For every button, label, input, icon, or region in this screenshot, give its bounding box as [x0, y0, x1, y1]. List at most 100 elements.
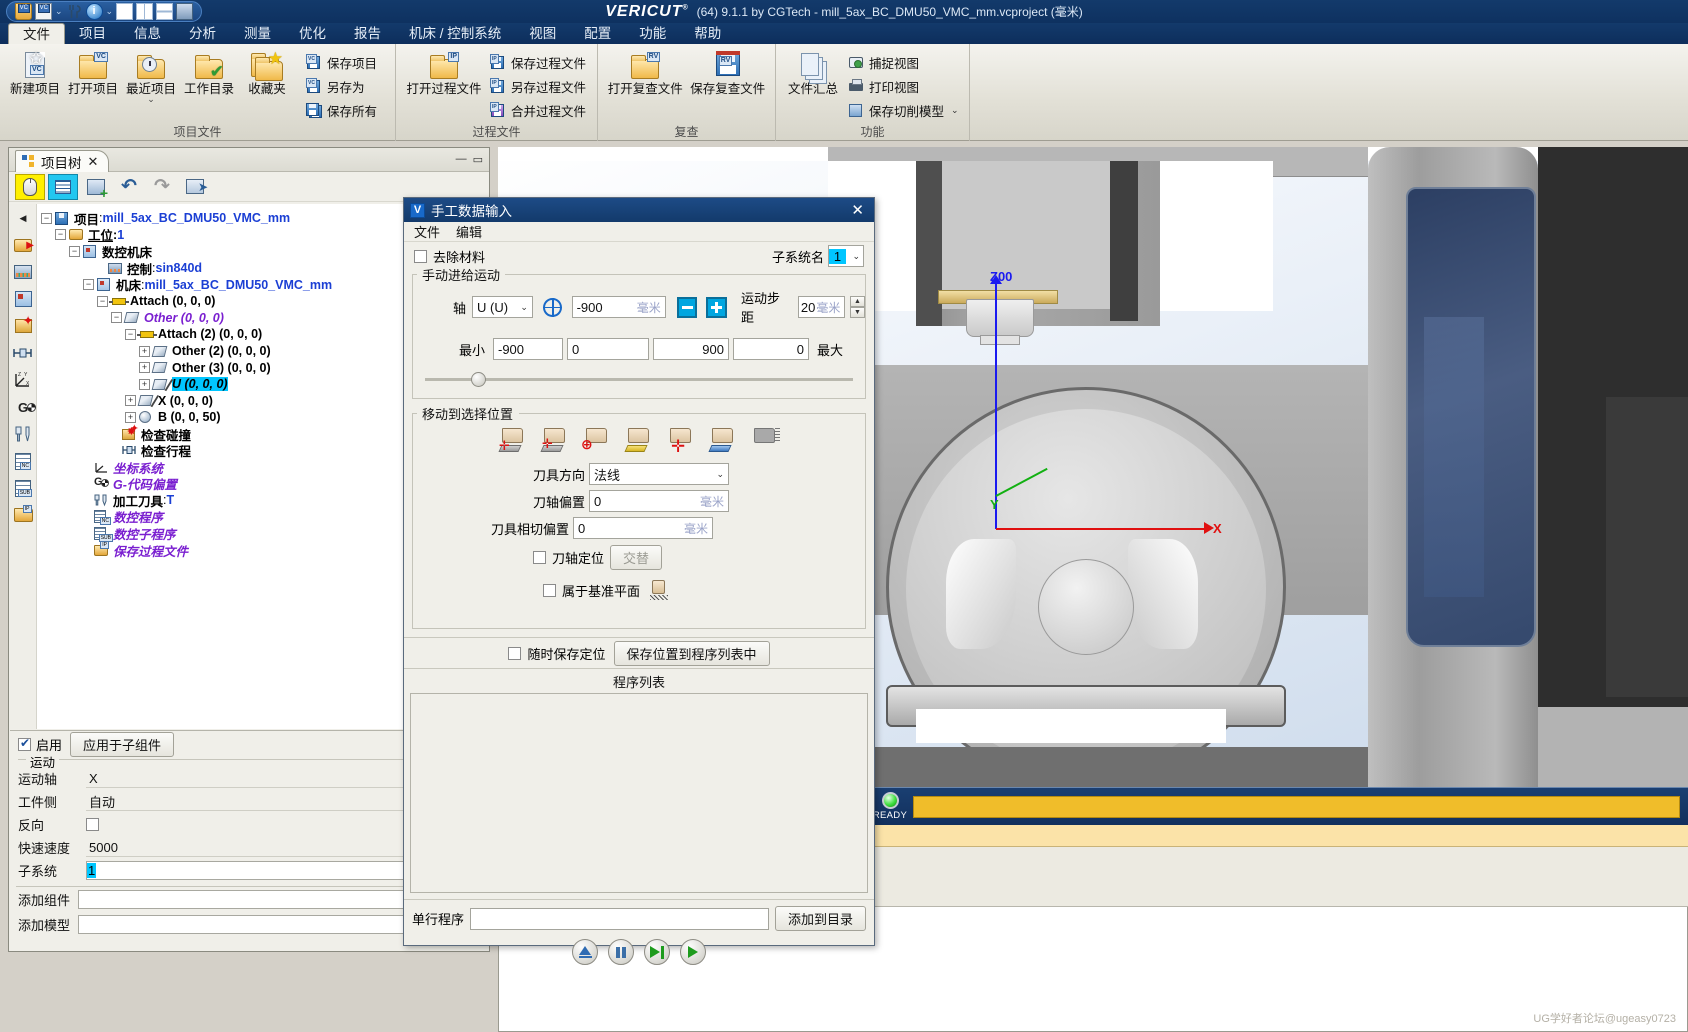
pick-point2-icon[interactable]: ✛: [539, 425, 571, 455]
tab-function[interactable]: 功能: [625, 23, 680, 44]
chevron-down-icon[interactable]: ⌄: [951, 105, 959, 116]
menu-file[interactable]: 文件: [414, 222, 440, 241]
pick-point-icon[interactable]: ✛: [497, 425, 529, 455]
info-icon[interactable]: i: [85, 3, 103, 20]
tab-analysis[interactable]: 分析: [175, 23, 230, 44]
tab-info[interactable]: 信息: [120, 23, 175, 44]
machine-icon[interactable]: [11, 287, 35, 311]
tab-measure[interactable]: 测量: [230, 23, 285, 44]
tool-icon[interactable]: [66, 3, 83, 20]
export-icon[interactable]: ➤: [180, 174, 210, 200]
auto-save-position-checkbox[interactable]: [508, 646, 522, 660]
tab-file[interactable]: 文件: [8, 23, 65, 44]
reverse-checkbox[interactable]: [86, 818, 99, 831]
tab-project-tree[interactable]: 项目树 ✕: [15, 150, 110, 172]
axis-select[interactable]: U (U) ⌄: [472, 296, 533, 318]
decrement-button[interactable]: [676, 296, 698, 318]
machine-view-icon[interactable]: [176, 3, 194, 20]
min-value-input[interactable]: -900: [493, 338, 563, 360]
enable-checkbox[interactable]: [18, 736, 31, 751]
save-position-to-program-list-button[interactable]: 保存位置到程序列表中: [613, 640, 770, 666]
capture-view-button[interactable]: 捕捉视图: [844, 50, 963, 74]
expander-icon[interactable]: −: [55, 229, 66, 241]
chevron-down-icon[interactable]: ⌄: [852, 251, 860, 262]
eject-icon[interactable]: [572, 939, 598, 965]
chevron-down-icon[interactable]: ⌄: [520, 302, 528, 313]
new-project-button[interactable]: ✩ VC 新建项目: [6, 48, 64, 96]
save-as-inprocess-button[interactable]: IP 另存过程文件: [486, 74, 590, 98]
tool-icon[interactable]: [11, 422, 35, 446]
tool-axis-offset-input[interactable]: 0 毫米: [589, 490, 730, 512]
pick-blue-icon[interactable]: [707, 425, 739, 455]
project-tree-side-toolbar[interactable]: ◀ ▶ ✦ ZYX G NC SUB IP: [10, 204, 37, 729]
apply-to-subcomponents-button[interactable]: 应用于子组件: [70, 731, 175, 757]
feed-slider-thumb[interactable]: [471, 372, 486, 387]
expander-icon[interactable]: −: [69, 245, 80, 257]
single-line-input[interactable]: [470, 907, 769, 930]
close-icon[interactable]: ✕: [847, 201, 868, 219]
open-review-button[interactable]: RV 打开复查文件: [604, 48, 687, 96]
dual-view-icon[interactable]: [136, 3, 154, 20]
save-inprocess-button[interactable]: IP 保存过程文件: [486, 50, 590, 74]
step-spinner[interactable]: ▲ ▼: [850, 296, 866, 318]
expander-icon[interactable]: +: [139, 362, 150, 374]
chevron-down-icon[interactable]: ⌄: [55, 6, 63, 17]
travel-limits-icon[interactable]: [11, 341, 35, 365]
tab-optimize[interactable]: 优化: [285, 23, 340, 44]
increment-button[interactable]: [706, 296, 728, 318]
tab-report[interactable]: 报告: [340, 23, 395, 44]
expander-icon[interactable]: +: [125, 395, 136, 407]
dialog-menu-bar[interactable]: 文件 编辑: [404, 222, 874, 242]
expander-icon[interactable]: +: [139, 378, 150, 390]
mouse-select-icon[interactable]: [15, 173, 45, 200]
remove-material-checkbox[interactable]: [414, 249, 427, 263]
expander-icon[interactable]: −: [125, 328, 136, 340]
favorites-button[interactable]: ★ 收藏夹: [238, 48, 296, 96]
list-view-icon[interactable]: [48, 173, 78, 200]
inprocess-file-icon[interactable]: IP: [11, 503, 35, 527]
quick-access-toolbar[interactable]: VC VC ⌄ i ⌄: [6, 1, 203, 22]
gcode-offset-icon[interactable]: G: [11, 395, 37, 419]
pick-grid-icon[interactable]: [749, 425, 781, 455]
add-to-list-button[interactable]: 添加到目录: [774, 906, 866, 931]
min-current-input[interactable]: 0: [567, 338, 649, 360]
coordinate-system-icon[interactable]: ZYX: [11, 368, 35, 392]
add-component-icon[interactable]: +: [81, 174, 111, 200]
open-inprocess-button[interactable]: IP 打开过程文件: [402, 48, 486, 96]
open-project-button[interactable]: VC 打开项目: [64, 48, 122, 96]
nc-subprogram-icon[interactable]: SUB: [11, 476, 35, 500]
pick-yellow-icon[interactable]: [623, 425, 655, 455]
max-current-input[interactable]: 900: [653, 338, 729, 360]
file-summary-button[interactable]: 文件汇总: [782, 48, 844, 96]
datum-plane-checkbox[interactable]: [543, 583, 556, 597]
subsystem-name-select[interactable]: 1 ⌄: [828, 245, 864, 267]
redo-icon[interactable]: ↷: [147, 174, 177, 200]
merge-inprocess-button[interactable]: IP 合并过程文件: [486, 98, 590, 122]
collision-icon[interactable]: ✦: [11, 314, 35, 338]
nc-program-icon[interactable]: NC: [11, 449, 35, 473]
expander-icon[interactable]: +: [125, 411, 136, 423]
tool-direction-select[interactable]: 法线 ⌄: [589, 463, 730, 485]
globe-icon[interactable]: [542, 297, 562, 317]
maximize-icon[interactable]: ▭: [473, 153, 483, 166]
position-input[interactable]: -900 毫米: [571, 296, 666, 318]
chevron-down-icon[interactable]: ⌄: [716, 469, 724, 480]
menu-edit[interactable]: 编辑: [456, 222, 482, 241]
chevron-down-icon[interactable]: ⌄: [147, 95, 155, 104]
collapse-arrow-icon[interactable]: ◀: [11, 206, 35, 230]
ribbon-tab-strip[interactable]: 文件 项目 信息 分析 测量 优化 报告 机床 / 控制系统 视图 配置 功能 …: [0, 23, 1688, 44]
spinner-up-icon[interactable]: ▲: [850, 296, 866, 307]
setup-icon[interactable]: ▶: [11, 233, 35, 257]
pick-circle-icon[interactable]: ⊕: [581, 425, 613, 455]
pick-axis-icon[interactable]: ✛: [665, 425, 697, 455]
save-cut-model-button[interactable]: 保存切削模型 ⌄: [844, 98, 963, 122]
tab-help[interactable]: 帮助: [680, 23, 735, 44]
recent-project-button[interactable]: 最近项目 ⌄: [122, 48, 180, 104]
undo-icon[interactable]: ↶: [114, 174, 144, 200]
save-all-button[interactable]: 保存所有: [302, 98, 381, 122]
open-folder-icon[interactable]: VC: [15, 3, 32, 20]
chevron-down-icon[interactable]: ⌄: [106, 6, 114, 17]
feed-slider[interactable]: [425, 372, 853, 387]
expander-icon[interactable]: −: [41, 212, 52, 224]
tab-machine-control[interactable]: 机床 / 控制系统: [395, 23, 515, 44]
